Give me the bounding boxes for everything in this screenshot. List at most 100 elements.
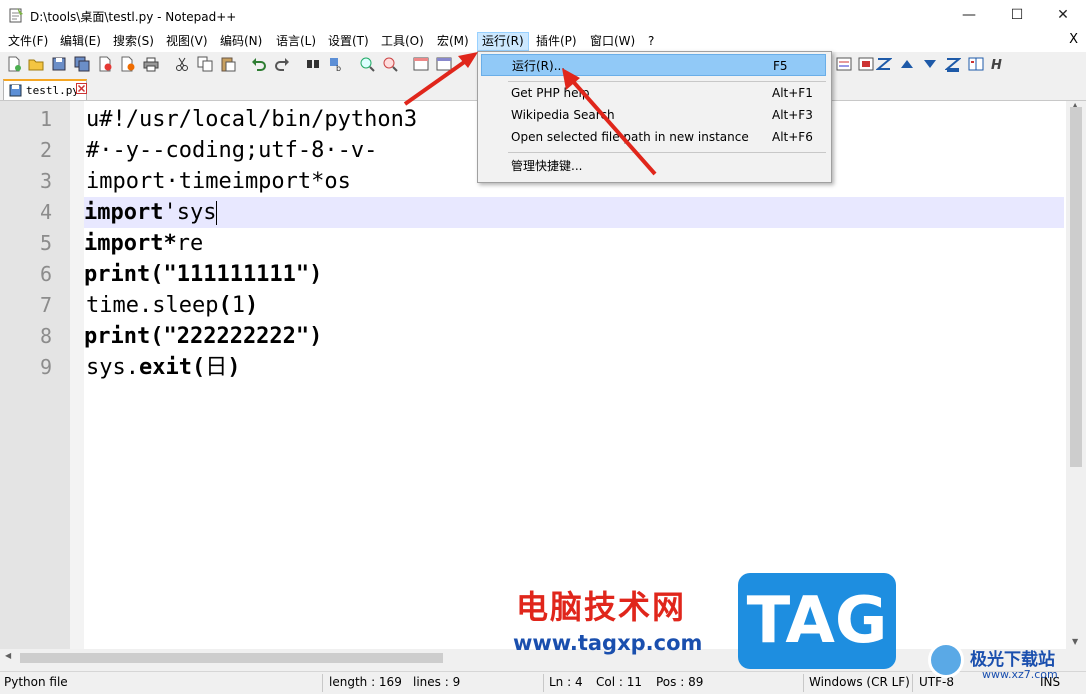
code-token: import·timeimport*os xyxy=(86,169,351,194)
zoom-out-icon[interactable] xyxy=(382,56,398,72)
zoom-in-icon[interactable] xyxy=(359,56,375,72)
vertical-scroll-thumb[interactable] xyxy=(1070,107,1082,467)
run-menu-item-wikipedia[interactable]: Wikipedia Search Alt+F3 xyxy=(481,104,826,126)
code-line-7[interactable]: time.sleep(1) xyxy=(86,290,258,321)
menu-item-label: Open selected file path in new instance xyxy=(511,130,749,144)
line-number: 4 xyxy=(39,200,52,224)
run-menu-item-shortcut-mapper[interactable]: 管理快捷键... xyxy=(481,155,826,177)
code-line-8[interactable]: print("222222222") xyxy=(84,321,322,352)
menu-file[interactable]: 文件(F) xyxy=(4,33,52,50)
watermark-brand: 极光下载站 xyxy=(970,650,1055,670)
status-position: Pos : 89 xyxy=(656,675,704,689)
code-line-9[interactable]: sys.exit(日) xyxy=(86,352,240,383)
close-all-icon[interactable] xyxy=(120,56,136,72)
code-token: #·-y--coding;utf-8·-v- xyxy=(86,138,378,163)
new-file-icon[interactable] xyxy=(6,56,22,72)
close-document-button[interactable]: X xyxy=(1069,32,1078,47)
open-file-icon[interactable] xyxy=(28,56,44,72)
replace-icon[interactable]: b xyxy=(328,56,344,72)
scroll-left-icon[interactable]: ◀ xyxy=(5,651,11,660)
menu-item-shortcut: F5 xyxy=(773,59,788,73)
run-menu-item-php-help[interactable]: Get PHP help Alt+F1 xyxy=(481,82,826,104)
svg-text:H: H xyxy=(991,58,1002,72)
find-icon[interactable] xyxy=(305,56,321,72)
status-eol[interactable]: Windows (CR LF) xyxy=(809,675,910,689)
status-line: Ln : 4 xyxy=(549,675,583,689)
arrow-up-icon[interactable] xyxy=(899,56,915,72)
notepad-plus-plus-icon xyxy=(9,8,23,23)
line-number: 5 xyxy=(39,231,52,255)
menu-item-shortcut: Alt+F1 xyxy=(772,86,813,100)
macro-record-icon[interactable] xyxy=(836,56,852,72)
word-wrap-icon[interactable] xyxy=(436,56,452,72)
redo-icon[interactable] xyxy=(274,56,290,72)
macro-save-icon[interactable] xyxy=(945,56,961,72)
menu-item-shortcut: Alt+F6 xyxy=(772,130,813,144)
menu-language[interactable]: 语言(L) xyxy=(272,33,320,50)
code-token: 'sys xyxy=(163,200,217,225)
code-line-6[interactable]: print("111111111") xyxy=(84,259,322,290)
macro-stop-icon[interactable] xyxy=(858,56,874,72)
horizontal-scroll-thumb[interactable] xyxy=(20,653,443,663)
line-number: 8 xyxy=(39,324,52,348)
status-file-type: Python file xyxy=(4,675,68,689)
code-line-4-current[interactable]: import'sys xyxy=(84,197,1064,228)
menu-help[interactable]: ? xyxy=(644,33,658,50)
function-list-icon[interactable] xyxy=(968,56,984,72)
menu-macro[interactable]: 宏(M) xyxy=(433,33,473,50)
vertical-scrollbar[interactable]: ▲ ▼ xyxy=(1066,101,1086,649)
run-menu-item-run[interactable]: 运行(R)... F5 xyxy=(481,54,826,76)
watermark-tag-logo: TAG xyxy=(738,573,896,669)
code-keyword: import* xyxy=(84,231,177,256)
menu-encoding[interactable]: 编码(N) xyxy=(216,33,266,50)
code-line-3[interactable]: import·timeimport*os xyxy=(86,166,351,197)
arrow-down-icon[interactable] xyxy=(922,56,938,72)
maximize-button[interactable]: ☐ xyxy=(994,0,1040,30)
menu-tools[interactable]: 工具(O) xyxy=(377,33,428,50)
line-number: 7 xyxy=(39,293,52,317)
close-file-icon[interactable] xyxy=(97,56,113,72)
line-number: 6 xyxy=(39,262,52,286)
scroll-down-icon[interactable]: ▼ xyxy=(1072,637,1078,646)
paste-icon[interactable] xyxy=(220,56,236,72)
menu-view[interactable]: 视图(V) xyxy=(162,33,212,50)
menu-plugins[interactable]: 插件(P) xyxy=(532,33,581,50)
code-line-2[interactable]: #·-y--coding;utf-8·-v- xyxy=(86,135,377,166)
sync-scroll-icon[interactable] xyxy=(413,56,429,72)
fold-margin[interactable] xyxy=(70,101,84,649)
cut-icon[interactable] xyxy=(174,56,190,72)
status-lines: lines : 9 xyxy=(413,675,461,689)
code-keyword: import xyxy=(84,200,164,225)
tab-label: testl.py xyxy=(26,84,79,97)
code-line-5[interactable]: import*re xyxy=(84,228,203,259)
save-all-icon[interactable] xyxy=(74,56,90,72)
code-token: time.sleep xyxy=(86,293,219,318)
menu-edit[interactable]: 编辑(E) xyxy=(56,33,105,50)
close-window-button[interactable]: ✕ xyxy=(1040,0,1086,30)
minimize-button[interactable]: — xyxy=(946,0,992,30)
saved-file-icon xyxy=(9,84,22,97)
save-icon[interactable] xyxy=(51,56,67,72)
menu-window[interactable]: 窗口(W) xyxy=(586,33,639,50)
run-menu-item-open-path[interactable]: Open selected file path in new instance … xyxy=(481,126,826,148)
menu-search[interactable]: 搜索(S) xyxy=(109,33,158,50)
hex-editor-icon[interactable]: H xyxy=(989,56,1005,72)
copy-icon[interactable] xyxy=(197,56,213,72)
code-token: 1 xyxy=(231,293,245,318)
status-bar: Python file length : 169 lines : 9 Ln : … xyxy=(0,671,1086,694)
menu-item-label: 管理快捷键... xyxy=(511,159,583,173)
code-keyword: ) xyxy=(227,355,241,380)
code-line-1[interactable]: u#!/usr/local/bin/python3 xyxy=(86,104,417,135)
line-number: 3 xyxy=(39,169,52,193)
line-number: 9 xyxy=(39,355,52,379)
menu-settings[interactable]: 设置(T) xyxy=(324,33,373,50)
print-icon[interactable] xyxy=(143,56,159,72)
run-menu-dropdown: 运行(R)... F5 Get PHP help Alt+F1 Wikipedi… xyxy=(477,51,832,183)
macro-playback-icon[interactable] xyxy=(876,56,892,72)
tab-testl-py[interactable]: testl.py xyxy=(3,79,87,100)
undo-icon[interactable] xyxy=(251,56,267,72)
code-editor[interactable]: 1 2 3 4 5 6 7 8 9 u#!/usr/local/bin/pyth… xyxy=(0,101,1066,649)
menu-run[interactable]: 运行(R) xyxy=(477,32,529,51)
code-token: sys. xyxy=(86,355,139,380)
tab-close-icon[interactable] xyxy=(76,83,87,94)
